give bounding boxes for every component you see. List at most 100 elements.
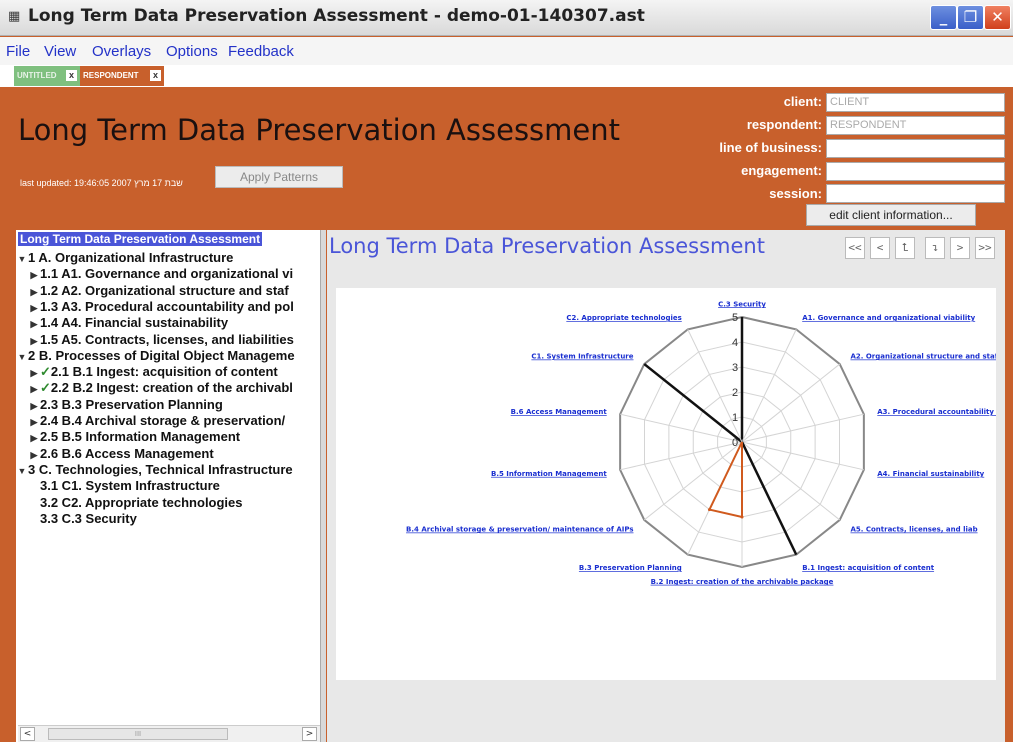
check-icon: ✓ bbox=[40, 380, 51, 396]
axis-label[interactable]: B.2 Ingest: creation of the archivable p… bbox=[651, 578, 834, 586]
radar-chart-area: 0 1 2 3 4 5 C.3 Security A1. Governance and org… bbox=[336, 288, 996, 680]
tree-item[interactable]: ▶ 2.6 B.6 Access Management bbox=[28, 446, 214, 461]
expand-right-icon[interactable]: ▶ bbox=[28, 287, 40, 298]
title-bar[interactable]: ▦ Long Term Data Preservation Assessment… bbox=[0, 0, 1013, 36]
tick-label: 0 bbox=[732, 437, 738, 449]
tree-item[interactable]: ▶ 2.5 B.5 Information Management bbox=[28, 429, 241, 444]
axis-label[interactable]: A1. Governance and organizational viabil… bbox=[802, 314, 975, 322]
axis-label[interactable]: A5. Contracts, licenses, and liab bbox=[850, 526, 977, 534]
tree-item-label: 3.2 C2. Appropriate technologies bbox=[40, 494, 243, 510]
tab-respondent[interactable]: RESPONDENT x bbox=[80, 66, 164, 86]
menu-bar: File View Overlays Options Feedback bbox=[0, 37, 1013, 65]
expand-right-icon[interactable]: ▶ bbox=[28, 433, 40, 444]
tree-item[interactable]: ▶ 1.2 A2. Organizational structure and st… bbox=[28, 283, 289, 298]
tab-untitled[interactable]: UNTITLED x bbox=[14, 66, 80, 86]
next-page-button[interactable]: > bbox=[950, 237, 970, 259]
up-level-button[interactable]: ⮤ bbox=[895, 237, 915, 259]
data-point bbox=[740, 515, 744, 519]
tab-bar: UNTITLED x RESPONDENT x bbox=[0, 65, 1013, 87]
scroll-right-button[interactable]: > bbox=[302, 727, 317, 741]
scroll-left-button[interactable]: < bbox=[20, 727, 35, 741]
expand-right-icon[interactable]: ▶ bbox=[28, 368, 40, 379]
axis-spoke bbox=[620, 441, 743, 471]
outline-tree: Long Term Data Preservation Assessment ▼… bbox=[16, 230, 320, 742]
line-of-business-field[interactable] bbox=[826, 139, 1005, 158]
tree-item[interactable]: ▼ 3 C. Technologies, Technical Infrastruc… bbox=[16, 462, 293, 477]
assessment-header: Long Term Data Preservation Assessment l… bbox=[0, 87, 1013, 227]
expand-right-icon[interactable]: ▶ bbox=[28, 401, 40, 412]
menu-view[interactable]: View bbox=[44, 43, 76, 60]
menu-overlays[interactable]: Overlays bbox=[92, 43, 151, 60]
axis-label[interactable]: B.3 Preservation Planning bbox=[579, 564, 682, 572]
expand-down-icon[interactable]: ▼ bbox=[16, 352, 28, 362]
down-level-button[interactable]: ↴ bbox=[925, 237, 945, 259]
data-point bbox=[707, 508, 711, 512]
axis-label[interactable]: C2. Appropriate technologies bbox=[566, 314, 681, 322]
respondent-field[interactable]: RESPONDENT bbox=[826, 116, 1005, 135]
tick-label: 5 bbox=[732, 312, 738, 324]
panel-splitter[interactable] bbox=[320, 230, 326, 742]
tree-item[interactable]: ▼ 2 B. Processes of Digital Object Manage… bbox=[16, 348, 295, 363]
tree-item[interactable]: ▶ 1.5 A5. Contracts, licenses, and liabil… bbox=[28, 332, 294, 347]
tree-item-label: 1.3 A3. Procedural accountability and po… bbox=[40, 298, 294, 314]
chart-panel: Long Term Data Preservation Assessment <… bbox=[327, 230, 1005, 742]
previous-page-button[interactable]: < bbox=[870, 237, 890, 259]
edit-client-information-button[interactable]: edit client information... bbox=[806, 204, 976, 226]
tree-item[interactable]: ▶ 2.3 B.3 Preservation Planning bbox=[28, 397, 223, 412]
axis-label[interactable]: B.6 Access Management bbox=[511, 408, 608, 416]
axis-label[interactable]: B.4 Archival storage & preservation/ mai… bbox=[406, 526, 633, 534]
tree-item[interactable]: 3.2 C2. Appropriate technologies bbox=[28, 495, 243, 510]
axis-label[interactable]: B.5 Information Management bbox=[491, 470, 607, 478]
engagement-field[interactable] bbox=[826, 162, 1005, 181]
scroll-thumb[interactable]: III bbox=[48, 728, 228, 740]
apply-patterns-button[interactable]: Apply Patterns bbox=[215, 166, 343, 188]
tree-item-label: 2.3 B.3 Preservation Planning bbox=[40, 396, 223, 412]
tree-item-label: 3.3 C.3 Security bbox=[40, 510, 137, 526]
last-page-button[interactable]: >> bbox=[975, 237, 995, 259]
tree-item[interactable]: ▶ 2.4 B.4 Archival storage & preservation… bbox=[28, 413, 286, 428]
table-icon[interactable]: ▦ bbox=[8, 10, 22, 24]
axis-label[interactable]: C1. System Infrastructure bbox=[531, 352, 633, 360]
axis-label[interactable]: A3. Procedural accountability and bbox=[877, 408, 996, 416]
tree-item[interactable]: 3.3 C.3 Security bbox=[28, 511, 137, 526]
tree-item-label: 1.1 A1. Governance and organizational vi bbox=[40, 266, 294, 282]
expand-right-icon[interactable]: ▶ bbox=[28, 303, 40, 314]
tree-root-item[interactable]: Long Term Data Preservation Assessment bbox=[18, 232, 263, 246]
axis-label[interactable]: C.3 Security bbox=[718, 300, 766, 308]
expand-right-icon[interactable]: ▶ bbox=[28, 417, 40, 428]
expand-down-icon[interactable]: ▼ bbox=[16, 254, 28, 264]
expand-right-icon[interactable]: ▶ bbox=[28, 450, 40, 461]
tab-close-icon[interactable]: x bbox=[66, 70, 77, 81]
tree-item[interactable]: ▶ ✓2.1 B.1 Ingest: acquisition of content bbox=[28, 364, 278, 380]
client-field[interactable]: CLIENT bbox=[826, 93, 1005, 112]
client-label: client: bbox=[783, 94, 822, 109]
expand-right-icon[interactable]: ▶ bbox=[28, 336, 40, 347]
horizontal-scrollbar[interactable]: < III > bbox=[18, 725, 320, 742]
menu-file[interactable]: File bbox=[6, 43, 30, 60]
tab-close-icon[interactable]: x bbox=[150, 70, 161, 81]
expand-right-icon[interactable]: ▶ bbox=[28, 384, 40, 395]
tree-item[interactable]: ▶ 1.4 A4. Financial sustainability bbox=[28, 315, 229, 330]
expand-right-icon[interactable]: ▶ bbox=[28, 270, 40, 281]
menu-feedback[interactable]: Feedback bbox=[228, 43, 294, 60]
expand-down-icon[interactable]: ▼ bbox=[16, 466, 28, 476]
tree-item[interactable]: ▶ 1.1 A1. Governance and organizational v… bbox=[28, 266, 294, 282]
axis-label[interactable]: A4. Financial sustainability bbox=[877, 470, 984, 478]
session-field[interactable] bbox=[826, 184, 1005, 203]
maximize-button[interactable]: ❐ bbox=[957, 5, 984, 30]
expand-right-icon[interactable]: ▶ bbox=[28, 319, 40, 330]
close-button[interactable]: ✕ bbox=[984, 5, 1011, 30]
menu-options[interactable]: Options bbox=[166, 43, 218, 60]
tree-item[interactable]: ▼ 1 A. Organizational Infrastructure bbox=[16, 250, 234, 265]
minimize-button[interactable]: _ bbox=[930, 5, 957, 30]
page-title: Long Term Data Preservation Assessment bbox=[18, 113, 621, 147]
tree-item[interactable]: ▶ ✓2.2 B.2 Ingest: creation of the archiv… bbox=[28, 380, 293, 396]
axis-label[interactable]: B.1 Ingest: acquisition of content bbox=[802, 564, 935, 572]
window-title: Long Term Data Preservation Assessment -… bbox=[28, 6, 645, 26]
first-page-button[interactable]: << bbox=[845, 237, 865, 259]
tree-item[interactable]: 3.1 C1. System Infrastructure bbox=[28, 478, 220, 493]
axis-label[interactable]: A2. Organizational structure and staffin bbox=[850, 352, 996, 360]
tree-item-label: 1.5 A5. Contracts, licenses, and liabili… bbox=[40, 331, 294, 347]
tree-item[interactable]: ▶ 1.3 A3. Procedural accountability and p… bbox=[28, 299, 294, 314]
tick-label: 2 bbox=[732, 387, 738, 399]
